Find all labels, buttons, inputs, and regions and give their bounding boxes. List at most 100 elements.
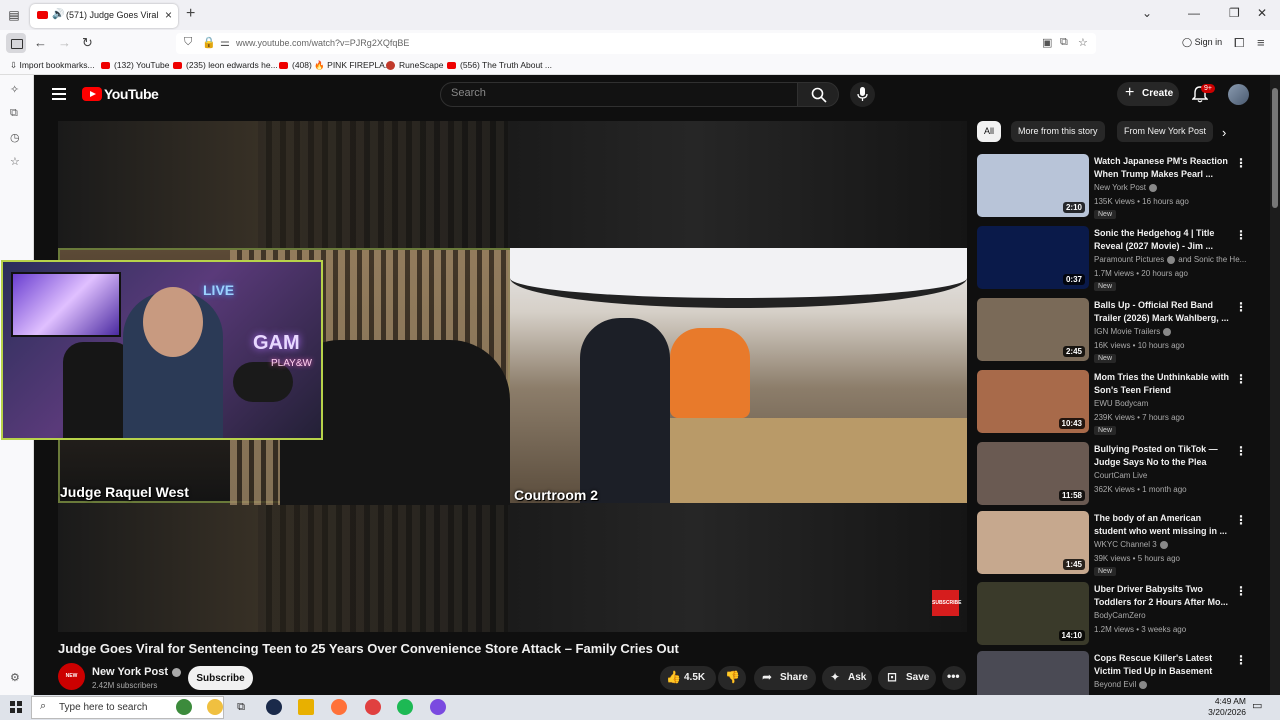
- chip-all[interactable]: All: [977, 121, 1002, 142]
- bookmark-truth-about[interactable]: (556) The Truth About ...: [447, 60, 552, 70]
- app-icon[interactable]: [266, 699, 282, 715]
- recommendation-channel[interactable]: EWU Bodycam: [1094, 399, 1246, 408]
- close-window-icon[interactable]: ✕: [1257, 6, 1267, 20]
- app-icon[interactable]: [430, 699, 446, 715]
- recommendation-title[interactable]: Uber Driver Babysits Two Toddlers for 2 …: [1094, 583, 1230, 609]
- maximize-icon[interactable]: ❐: [1229, 6, 1240, 20]
- more-vertical-icon[interactable]: ⋮: [1235, 300, 1247, 314]
- sidebar-toggle-icon[interactable]: [6, 33, 26, 53]
- search-button[interactable]: [797, 82, 839, 107]
- youtube-logo-text[interactable]: YouTube: [104, 86, 159, 102]
- more-vertical-icon[interactable]: ⋮: [1235, 584, 1247, 598]
- chips-next-chevron-icon[interactable]: ›: [1222, 125, 1226, 140]
- recommendation-thumbnail[interactable]: 0:37: [977, 226, 1089, 289]
- task-view-icon[interactable]: ⧉: [233, 699, 249, 715]
- recommendation-title[interactable]: Watch Japanese PM's Reaction When Trump …: [1094, 155, 1230, 181]
- reload-icon[interactable]: ↻: [82, 35, 93, 51]
- recommendation-channel[interactable]: WKYC Channel 3: [1094, 540, 1246, 549]
- taskbar-search[interactable]: ⌕ Type here to search: [31, 696, 224, 719]
- recommendation-item[interactable]: 2:45 Balls Up - Official Red Band Trailer…: [977, 298, 1247, 364]
- taskbar-clock[interactable]: 4:49 AM 3/20/2026: [1198, 696, 1246, 718]
- firefox-icon[interactable]: [331, 699, 347, 715]
- recommendation-title[interactable]: Balls Up - Official Red Band Trailer (20…: [1094, 299, 1230, 325]
- forward-icon[interactable]: →: [58, 35, 71, 50]
- permissions-icon[interactable]: ⚌: [220, 36, 230, 49]
- app-icon[interactable]: [365, 699, 381, 715]
- like-button[interactable]: 👍 4.5K: [660, 666, 716, 690]
- shield-icon[interactable]: ⛉: [184, 36, 192, 49]
- file-explorer-icon[interactable]: [298, 699, 314, 715]
- ask-button[interactable]: ✦ Ask: [822, 666, 872, 690]
- chip-more-from-story[interactable]: More from this story: [1011, 121, 1105, 142]
- chip-from-new-york-post[interactable]: From New York Post: [1117, 121, 1214, 142]
- weather-icon[interactable]: [176, 699, 192, 715]
- bookmark-runescape[interactable]: RuneScape: [386, 60, 443, 71]
- recommendation-channel[interactable]: Beyond Evil: [1094, 680, 1246, 689]
- recommendation-title[interactable]: Bullying Posted on TikTok — Judge Says N…: [1094, 443, 1230, 469]
- scrollbar-thumb[interactable]: [1272, 88, 1278, 208]
- history-icon[interactable]: ◷: [10, 131, 20, 144]
- recommendation-thumbnail[interactable]: 2:45: [977, 298, 1089, 361]
- extensions-icon[interactable]: ⧠: [1234, 35, 1244, 51]
- more-vertical-icon[interactable]: ⋮: [1235, 513, 1247, 527]
- search-box[interactable]: [440, 82, 798, 107]
- reader-view-icon[interactable]: ▣: [1042, 36, 1052, 49]
- bookmark-star-icon[interactable]: ☆: [1078, 36, 1088, 49]
- recommendation-title[interactable]: Cops Rescue Killer's Latest Victim Tied …: [1094, 652, 1230, 678]
- recommendation-thumbnail[interactable]: 1:45: [977, 511, 1089, 574]
- recommendation-title[interactable]: Mom Tries the Unthinkable with Son's Tee…: [1094, 371, 1230, 397]
- back-icon[interactable]: ←: [34, 35, 47, 50]
- recommendation-channel[interactable]: CourtCam Live: [1094, 471, 1246, 480]
- youtube-logo-icon[interactable]: [82, 87, 102, 101]
- close-tab-icon[interactable]: ×: [165, 8, 172, 22]
- user-avatar[interactable]: [1228, 84, 1249, 105]
- more-vertical-icon[interactable]: ⋮: [1235, 372, 1247, 386]
- recommendation-thumbnail[interactable]: 14:10: [977, 582, 1089, 645]
- recommendation-item[interactable]: 0:37 Sonic the Hedgehog 4 | Title Reveal …: [977, 226, 1247, 292]
- recommendation-title[interactable]: The body of an American student who went…: [1094, 512, 1230, 538]
- save-button[interactable]: ⊡ Save: [878, 666, 936, 690]
- channel-avatar[interactable]: NEW YORK POST: [58, 663, 85, 706]
- more-vertical-icon[interactable]: ⋮: [1235, 228, 1247, 242]
- create-button[interactable]: + Create: [1117, 82, 1179, 106]
- more-actions-button[interactable]: •••: [942, 666, 966, 690]
- url-text[interactable]: www.youtube.com/watch?v=PJRg2XQfqBE: [236, 38, 409, 48]
- recommendation-item[interactable]: 10:43 Mom Tries the Unthinkable with Son'…: [977, 370, 1247, 436]
- bookmark-leon-edwards[interactable]: (235) leon edwards he...: [173, 60, 278, 70]
- menu-icon[interactable]: ≡: [1257, 35, 1265, 50]
- recommendation-item[interactable]: 1:45 The body of an American student who …: [977, 511, 1247, 577]
- minimize-icon[interactable]: —: [1188, 6, 1200, 20]
- recommendation-item[interactable]: 11:58 Bullying Posted on TikTok — Judge S…: [977, 442, 1247, 508]
- pip-icon[interactable]: ⧉: [1060, 36, 1068, 49]
- browser-tab[interactable]: 🔊 (571) Judge Goes Viral for S ×: [30, 4, 178, 28]
- spotify-icon[interactable]: [397, 699, 413, 715]
- bookmark-youtube[interactable]: (132) YouTube: [101, 60, 169, 70]
- bookmarks-icon[interactable]: ☆: [10, 155, 20, 168]
- windows-start-icon[interactable]: [10, 701, 22, 713]
- speaker-icon[interactable]: 🔊: [52, 9, 64, 20]
- subscribe-watermark[interactable]: SUBSCRIBE: [932, 590, 961, 616]
- recommendation-thumbnail[interactable]: 10:43: [977, 370, 1089, 433]
- tab-list-icon[interactable]: ▤: [6, 7, 22, 23]
- voice-search-button[interactable]: [850, 82, 875, 107]
- recommendation-thumbnail[interactable]: 2:10: [977, 154, 1089, 217]
- bookmark-pink-fireplace[interactable]: (408) 🔥 PINK FIREPLA...: [279, 60, 392, 71]
- more-vertical-icon[interactable]: ⋮: [1235, 156, 1247, 170]
- search-input[interactable]: [451, 87, 781, 99]
- recommendation-channel[interactable]: New York Post: [1094, 183, 1246, 192]
- bookmark-import[interactable]: ⇩ Import bookmarks...: [10, 60, 95, 71]
- share-button[interactable]: ➦ Share: [754, 666, 816, 690]
- channel-name[interactable]: New York Post: [92, 666, 182, 678]
- sign-in-button[interactable]: ◯ Sign in: [1182, 37, 1222, 48]
- recommendation-title[interactable]: Sonic the Hedgehog 4 | Title Reveal (202…: [1094, 227, 1230, 253]
- ai-chat-icon[interactable]: ✧: [10, 83, 19, 96]
- widget-icon[interactable]: [207, 699, 223, 715]
- recommendation-channel[interactable]: BodyCamZero: [1094, 611, 1246, 620]
- recommendation-item[interactable]: Cops Rescue Killer's Latest Victim Tied …: [977, 651, 1247, 695]
- dislike-button[interactable]: 👎: [718, 666, 746, 690]
- recommendation-channel[interactable]: Paramount Pictures and Sonic the He...: [1094, 255, 1246, 264]
- guide-menu-icon[interactable]: [52, 88, 66, 100]
- recommendation-item[interactable]: 14:10 Uber Driver Babysits Two Toddlers f…: [977, 582, 1247, 648]
- recommendation-thumbnail[interactable]: 11:58: [977, 442, 1089, 505]
- recommendation-thumbnail[interactable]: [977, 651, 1089, 695]
